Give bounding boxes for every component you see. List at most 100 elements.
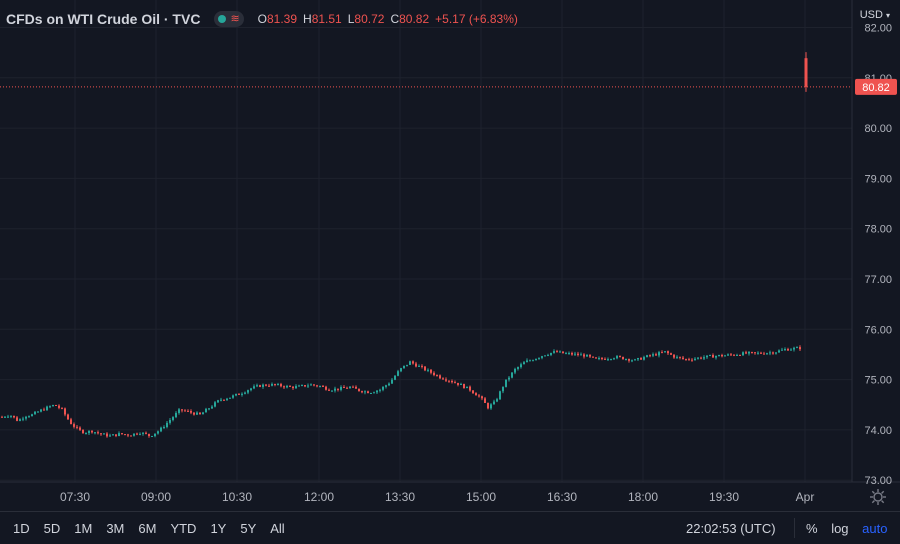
candle-body (430, 369, 432, 373)
y-tick-label: 80.00 (864, 123, 892, 135)
range-1y-button[interactable]: 1Y (210, 521, 226, 536)
candle-body (757, 352, 759, 354)
candle-body (109, 435, 111, 437)
candle-body (286, 385, 288, 388)
market-status-pill[interactable]: ≋ (214, 11, 244, 27)
auto-scale-button[interactable]: auto (862, 521, 887, 536)
range-6m-button[interactable]: 6M (138, 521, 156, 536)
candle-body (445, 379, 447, 381)
candle-body (616, 356, 618, 359)
candle-body (679, 356, 681, 358)
candle-body (400, 368, 402, 372)
candle-body (121, 433, 123, 435)
range-all-button[interactable]: All (270, 521, 284, 536)
candle-body (661, 352, 663, 354)
candle-body (577, 353, 579, 356)
candle-body (91, 430, 93, 433)
candle-body (766, 353, 768, 355)
range-5d-button[interactable]: 5D (44, 521, 61, 536)
y-tick-label: 76.00 (864, 324, 892, 336)
close-value: 80.82 (399, 12, 430, 26)
candle-body (382, 386, 384, 390)
candle-body (337, 388, 339, 390)
candle-body (424, 366, 426, 371)
candle-body (160, 427, 162, 432)
candle-body (10, 415, 12, 417)
candle-body (463, 384, 465, 389)
candle-body (718, 354, 720, 356)
candle-body (232, 395, 234, 398)
range-3m-button[interactable]: 3M (106, 521, 124, 536)
symbol-title[interactable]: CFDs on WTI Crude Oil · TVC (6, 11, 200, 27)
candle-body (22, 418, 24, 420)
range-5y-button[interactable]: 5Y (240, 521, 256, 536)
low-value: 80.72 (354, 12, 385, 26)
candle-body (268, 385, 270, 387)
open-value: 81.39 (267, 12, 298, 26)
open-key: O (257, 12, 267, 26)
range-1m-button[interactable]: 1M (74, 521, 92, 536)
y-tick-label: 73.00 (864, 475, 892, 487)
candle-body (790, 349, 792, 351)
candle-body (103, 433, 105, 435)
candle-body (181, 409, 183, 411)
candle-body (517, 367, 519, 369)
candle-body (751, 351, 753, 353)
candle-body (277, 384, 279, 386)
candle-body (739, 354, 741, 356)
utc-clock[interactable]: 22:02:53 (UTC) (686, 521, 776, 536)
candle-body (586, 354, 588, 357)
candle-body (691, 359, 693, 361)
candle-body (556, 351, 558, 353)
candle-body (1, 416, 3, 418)
candle-body (310, 384, 312, 386)
gear-icon[interactable] (869, 488, 887, 506)
y-tick-label: 78.00 (864, 224, 892, 236)
candle-body (787, 349, 789, 351)
candle-body (55, 405, 57, 407)
candle-body (61, 407, 63, 409)
market-open-dot-icon (218, 15, 227, 23)
candle-body (655, 354, 657, 356)
candle-body (16, 417, 18, 421)
candle-body (391, 379, 393, 384)
candle-body (604, 358, 606, 360)
log-scale-button[interactable]: log (831, 521, 848, 536)
candle-body (394, 375, 396, 380)
candle-body (532, 360, 534, 362)
candle-body (49, 406, 51, 408)
currency-selector[interactable]: USD ▾ (860, 9, 890, 21)
candle-body (529, 360, 531, 362)
candle-body (37, 411, 39, 413)
candle-body (799, 347, 801, 350)
candle-body (652, 354, 654, 356)
candle-body (4, 416, 6, 418)
candle-body (589, 354, 591, 357)
candle-body (658, 352, 660, 356)
candle-body (34, 411, 36, 415)
price-chart[interactable]: 73.00 74.00 75.00 76.00 77.00 78.00 79.00 80.00… (0, 0, 900, 511)
candle-body (415, 363, 417, 367)
candle-body (67, 414, 69, 420)
range-ytd-button[interactable]: YTD (170, 521, 196, 536)
candle-body (763, 353, 765, 355)
candle-body (748, 351, 750, 354)
candle-body (421, 365, 423, 367)
candle-body (292, 386, 294, 389)
percent-scale-button[interactable]: % (806, 521, 818, 536)
toolbar-divider (794, 518, 795, 538)
candle-body (601, 358, 603, 360)
candle-body (250, 388, 252, 391)
candle-body (331, 390, 333, 392)
candle-body (256, 385, 258, 387)
candle-body (433, 372, 435, 376)
range-1d-button[interactable]: 1D (13, 521, 30, 536)
candle-body (514, 368, 516, 373)
candle-body (505, 379, 507, 387)
candle-body (541, 356, 543, 358)
candle-body (448, 380, 450, 382)
candle-body (208, 408, 210, 410)
candle-body (715, 355, 717, 358)
candle-body (70, 419, 72, 425)
candle-body (13, 415, 15, 418)
